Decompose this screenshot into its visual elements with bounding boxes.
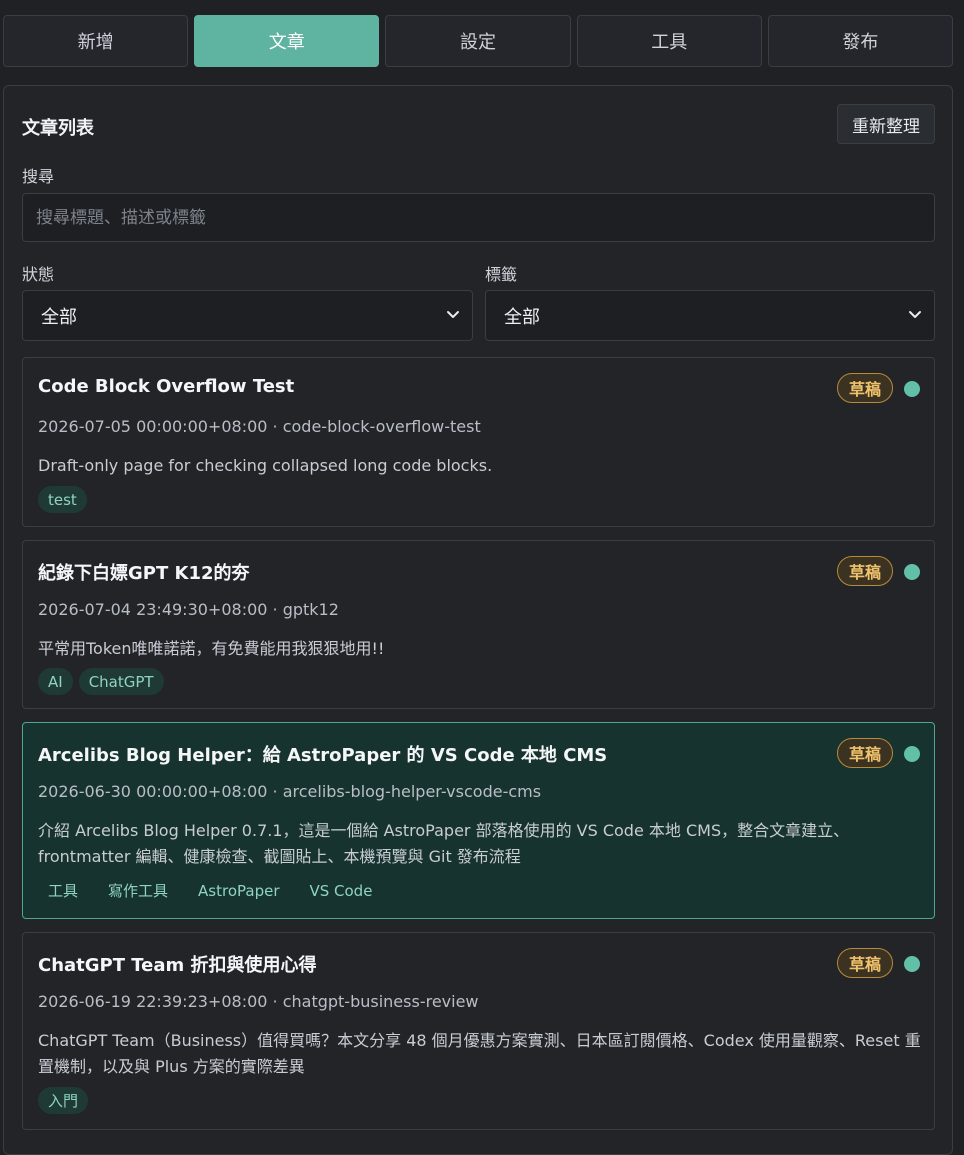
search-input[interactable] bbox=[22, 193, 935, 242]
status-badge: 草稿 bbox=[837, 738, 893, 768]
post-meta: 2026-07-05 00:00:00+08:00 · code-block-o… bbox=[38, 417, 481, 436]
panel-title: 文章列表 bbox=[22, 118, 94, 139]
status-badge: 草稿 bbox=[837, 556, 893, 586]
post-title: ChatGPT Team 折扣與使用心得 bbox=[38, 955, 317, 976]
post-card[interactable]: 紀錄下白嫖GPT K12的夯 草稿 2026-07-04 23:49:30+08… bbox=[22, 540, 935, 709]
chevron-down-icon bbox=[447, 311, 459, 318]
status-filter-label: 狀態 bbox=[22, 265, 55, 284]
post-title: 紀錄下白嫖GPT K12的夯 bbox=[38, 563, 250, 584]
tab-settings[interactable]: 設定 bbox=[385, 15, 571, 67]
post-tags: 工具 寫作工具 AstroPaper VS Code bbox=[38, 877, 386, 904]
tag-chip[interactable]: VS Code bbox=[299, 877, 382, 904]
post-description: ChatGPT Team（Business）值得買嗎？本文分享 48 個月優惠方… bbox=[38, 1031, 921, 1076]
tag-chip[interactable]: ChatGPT bbox=[78, 668, 164, 695]
post-tags: AI ChatGPT bbox=[38, 668, 164, 695]
status-filter-value: 全部 bbox=[41, 306, 77, 328]
post-card[interactable]: Code Block Overflow Test 草稿 2026-07-05 0… bbox=[22, 357, 935, 527]
post-card[interactable]: ChatGPT Team 折扣與使用心得 草稿 2026-06-19 22:39… bbox=[22, 932, 935, 1130]
tag-filter-value: 全部 bbox=[504, 306, 540, 328]
tag-chip[interactable]: AstroPaper bbox=[188, 877, 289, 904]
tag-chip[interactable]: 入門 bbox=[38, 1087, 89, 1114]
post-title: Code Block Overflow Test bbox=[38, 376, 295, 397]
status-badge: 草稿 bbox=[837, 948, 893, 978]
post-list-panel: 文章列表 重新整理 搜尋 狀態 標籤 全部 全部 Code Block Over… bbox=[3, 85, 953, 1155]
tag-chip[interactable]: 寫作工具 bbox=[98, 877, 178, 904]
main-tabs: 新增 文章 設定 工具 發布 bbox=[3, 15, 954, 67]
tag-chip[interactable]: test bbox=[38, 486, 87, 513]
tab-tools[interactable]: 工具 bbox=[576, 15, 762, 67]
post-tags: test bbox=[38, 486, 87, 513]
tab-posts[interactable]: 文章 bbox=[194, 15, 380, 67]
status-badge: 草稿 bbox=[837, 373, 893, 403]
search-label: 搜尋 bbox=[22, 167, 55, 186]
tag-filter-label: 標籤 bbox=[485, 265, 518, 284]
refresh-button[interactable]: 重新整理 bbox=[837, 104, 935, 144]
post-description: Draft-only page for checking collapsed l… bbox=[38, 456, 493, 475]
tag-chip[interactable]: 工具 bbox=[38, 877, 88, 904]
status-filter-select[interactable]: 全部 bbox=[22, 290, 473, 341]
post-meta: 2026-06-30 00:00:00+08:00 · arcelibs-blo… bbox=[38, 782, 542, 801]
status-dot-icon bbox=[904, 564, 920, 580]
tab-new[interactable]: 新增 bbox=[3, 15, 189, 67]
status-dot-icon bbox=[904, 746, 920, 762]
post-card[interactable]: Arcelibs Blog Helper：給 AstroPaper 的 VS C… bbox=[22, 722, 935, 919]
post-meta: 2026-06-19 22:39:23+08:00 · chatgpt-busi… bbox=[38, 992, 479, 1011]
post-title: Arcelibs Blog Helper：給 AstroPaper 的 VS C… bbox=[38, 745, 608, 766]
status-dot-icon bbox=[904, 381, 920, 397]
tag-filter-select[interactable]: 全部 bbox=[485, 290, 935, 341]
post-description: 平常用Token唯唯諾諾，有免費能用我狠狠地用!! bbox=[38, 639, 385, 658]
post-meta: 2026-07-04 23:49:30+08:00 · gptk12 bbox=[38, 600, 339, 619]
chevron-down-icon bbox=[909, 311, 921, 318]
post-tags: 入門 bbox=[38, 1087, 89, 1114]
post-description: 介紹 Arcelibs Blog Helper 0.7.1，這是一個給 Astr… bbox=[38, 821, 850, 866]
status-dot-icon bbox=[904, 956, 920, 972]
tab-publish[interactable]: 發布 bbox=[767, 15, 954, 67]
tag-chip[interactable]: AI bbox=[38, 668, 73, 695]
